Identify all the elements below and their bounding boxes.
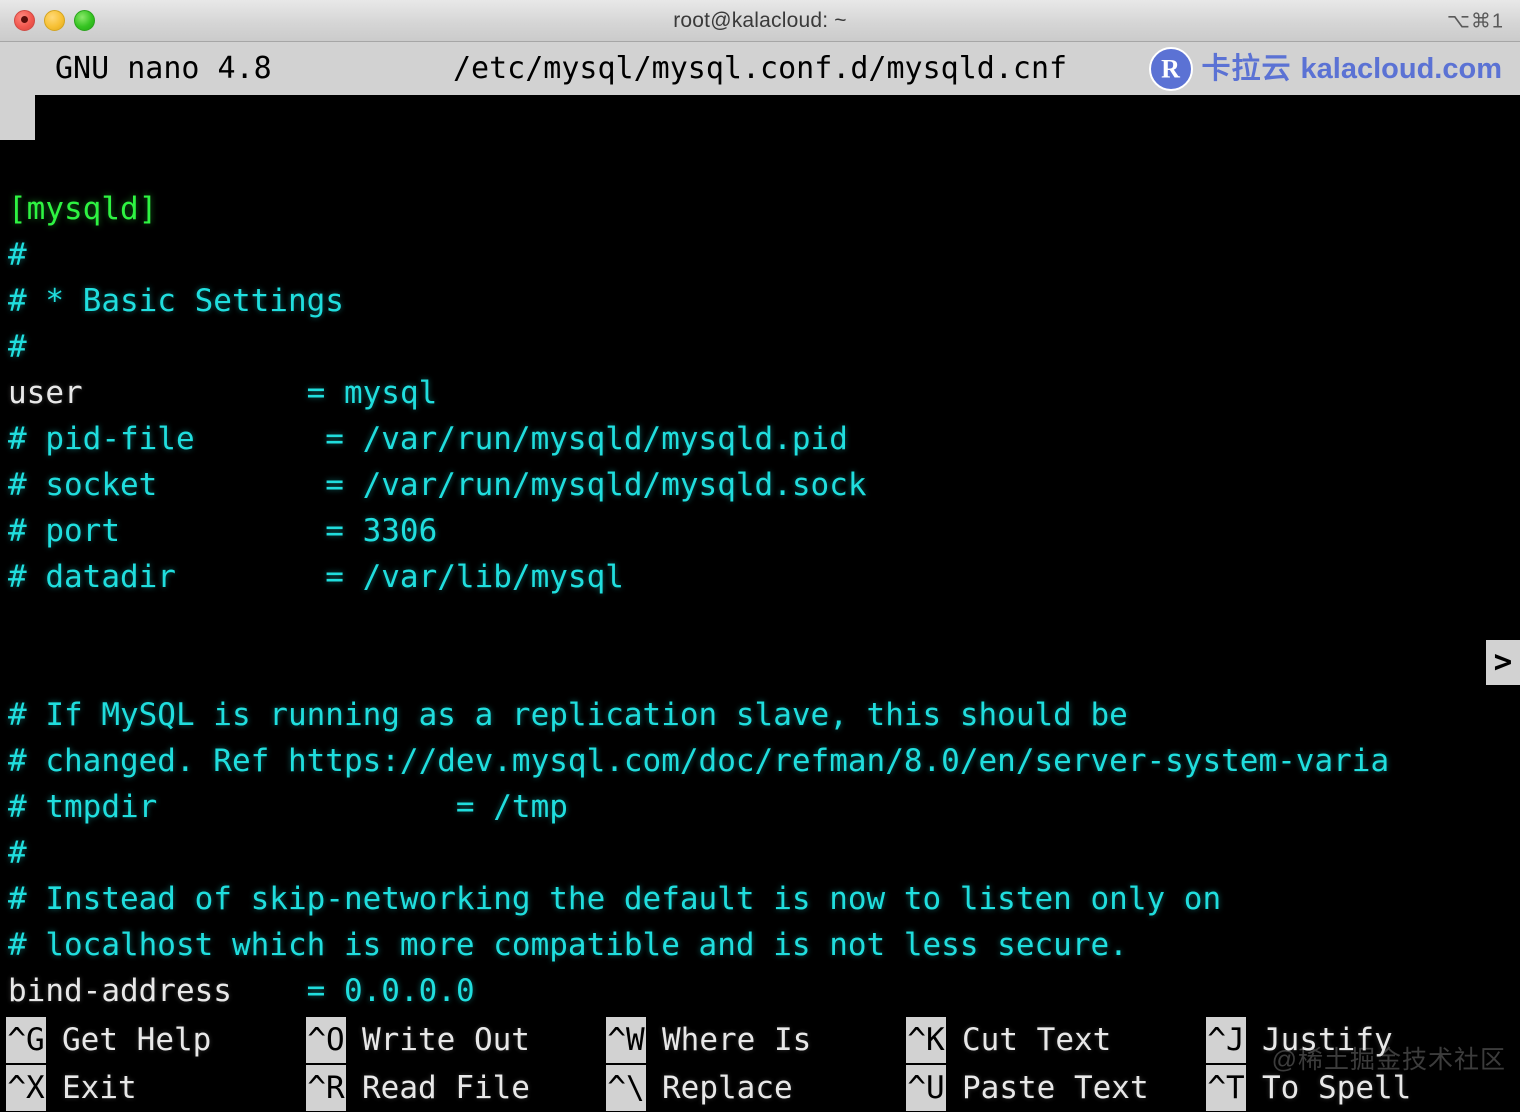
help-shortcut-item[interactable]: ^X Exit	[6, 1065, 306, 1111]
config-comment: # * Basic Settings	[8, 283, 344, 319]
kalacloud-watermark: 卡拉云 kalacloud.com	[1143, 46, 1508, 92]
nano-help-bar: ^G Get Help ^O Write Out ^W Where Is ^K Cut Tex…	[0, 1012, 1520, 1112]
editor-line: #	[0, 830, 1520, 876]
help-shortcut-key: ^K	[906, 1017, 946, 1063]
help-shortcut-label: Cut Text	[962, 1022, 1112, 1058]
help-row-primary: ^G Get Help ^O Write Out ^W Where Is ^K Cut Tex…	[0, 1016, 1520, 1064]
close-window-button[interactable]	[14, 10, 35, 31]
help-shortcut-key: ^W	[606, 1017, 646, 1063]
editor-line: # pid-file = /var/run/mysqld/mysqld.pid	[0, 416, 1520, 462]
editor-line: [mysqld]	[0, 186, 1520, 232]
help-shortcut-label: Where Is	[662, 1022, 812, 1058]
traffic-light-group	[14, 0, 95, 41]
config-key: bind-address	[8, 973, 232, 1009]
help-shortcut-label: Replace	[662, 1070, 793, 1106]
minimize-window-button[interactable]	[44, 10, 65, 31]
config-padding	[232, 973, 307, 1009]
help-shortcut-item[interactable]: ^J Justify	[1206, 1017, 1506, 1063]
editor-line: # port = 3306	[0, 508, 1520, 554]
config-value: 0.0.0.0	[343, 973, 475, 1009]
config-comment: # socket = /var/run/mysqld/mysqld.sock	[8, 467, 867, 503]
help-shortcut-label: Justify	[1262, 1022, 1393, 1058]
help-shortcut-item[interactable]: ^O Write Out	[306, 1017, 606, 1063]
editor-line: #	[0, 232, 1520, 278]
editor-line: # * Basic Settings	[0, 278, 1520, 324]
help-shortcut-label: Write Out	[362, 1022, 530, 1058]
config-equals: =	[306, 375, 326, 411]
terminal-window: root@kalacloud: ~ ⌥⌘1 GNU nano 4.8 /etc/…	[0, 0, 1520, 1112]
help-shortcut-item[interactable]: ^W Where Is	[606, 1017, 906, 1063]
config-section-header: [mysqld]	[8, 191, 158, 227]
config-comment: # If MySQL is running as a replication s…	[8, 697, 1128, 733]
help-shortcut-label: Get Help	[62, 1022, 212, 1058]
window-titlebar: root@kalacloud: ~ ⌥⌘1	[0, 0, 1520, 42]
terminal-body[interactable]: GNU nano 4.8 /etc/mysql/mysql.conf.d/mys…	[0, 42, 1520, 1112]
config-comment: #	[8, 835, 27, 871]
help-shortcut-key: ^X	[6, 1065, 46, 1111]
editor-line: # socket = /var/run/mysqld/mysqld.sock	[0, 462, 1520, 508]
editor-line: #	[0, 324, 1520, 370]
editor-text-area[interactable]: [mysqld] # # * Basic Settings # user = mysql…	[0, 140, 1520, 1020]
help-shortcut-item[interactable]: ^R Read File	[306, 1065, 606, 1111]
kalacloud-cn-label: 卡拉云	[1201, 52, 1292, 85]
window-title: root@kalacloud: ~	[673, 8, 847, 32]
help-shortcut-label: Exit	[62, 1070, 137, 1106]
config-comment: # pid-file = /var/run/mysqld/mysqld.pid	[8, 421, 848, 457]
help-shortcut-key: ^U	[906, 1065, 946, 1111]
nano-file-path: /etc/mysql/mysql.conf.d/mysqld.cnf	[453, 51, 1068, 86]
config-comment: #	[8, 329, 27, 365]
config-gap	[325, 973, 344, 1009]
window-shortcut-indicator: ⌥⌘1	[1446, 10, 1504, 32]
help-shortcut-label: Paste Text	[962, 1070, 1149, 1106]
help-shortcut-key: ^R	[306, 1065, 346, 1111]
kalacloud-en-label: kalacloud.com	[1300, 52, 1502, 85]
help-shortcut-key: ^T	[1206, 1065, 1246, 1111]
help-shortcut-item[interactable]: ^\ Replace	[606, 1065, 906, 1111]
help-shortcut-item[interactable]: ^U Paste Text	[906, 1065, 1206, 1111]
config-comment: # localhost which is more compatible and…	[8, 927, 1128, 963]
editor-line: # datadir = /var/lib/mysql	[0, 554, 1520, 600]
config-padding	[83, 375, 307, 411]
nano-header-bar: GNU nano 4.8 /etc/mysql/mysql.conf.d/mys…	[35, 42, 1520, 95]
help-shortcut-key: ^G	[6, 1017, 46, 1063]
help-shortcut-label: To Spell	[1262, 1070, 1412, 1106]
editor-line: user = mysql	[0, 370, 1520, 416]
config-comment: # datadir = /var/lib/mysql	[8, 559, 624, 595]
help-shortcut-item[interactable]: ^K Cut Text	[906, 1017, 1206, 1063]
config-comment: # changed. Ref https://dev.mysql.com/doc…	[8, 743, 1390, 779]
help-row-secondary: ^X Exit ^R Read File ^\ Replace ^U Paste Text ^T…	[0, 1064, 1520, 1112]
maximize-window-button[interactable]	[74, 10, 95, 31]
editor-line: # tmpdir = /tmp	[0, 784, 1520, 830]
config-value: mysql	[343, 375, 438, 411]
help-shortcut-item[interactable]: ^G Get Help	[6, 1017, 306, 1063]
editor-line: # localhost which is more compatible and…	[0, 922, 1520, 968]
editor-line: # If MySQL is running as a replication s…	[0, 692, 1520, 738]
help-shortcut-key: ^O	[306, 1017, 346, 1063]
config-comment: # port = 3306	[8, 513, 438, 549]
help-shortcut-label: Read File	[362, 1070, 530, 1106]
config-comment: # Instead of skip-networking the default…	[8, 881, 1222, 917]
help-shortcut-key: ^\	[606, 1065, 646, 1111]
line-continuation-marker: >	[1486, 640, 1520, 685]
config-key: user	[8, 375, 83, 411]
help-shortcut-item[interactable]: ^T To Spell	[1206, 1065, 1506, 1111]
text-cursor	[0, 95, 35, 140]
config-gap	[325, 375, 344, 411]
config-equals: =	[306, 973, 326, 1009]
editor-line: # changed. Ref https://dev.mysql.com/doc…	[0, 738, 1520, 784]
kalacloud-logo-icon	[1148, 47, 1193, 91]
header-left-gutter	[0, 42, 35, 95]
config-comment: #	[8, 237, 27, 273]
nano-version-label: GNU nano 4.8	[55, 51, 272, 86]
editor-line: # Instead of skip-networking the default…	[0, 876, 1520, 922]
help-shortcut-key: ^J	[1206, 1017, 1246, 1063]
editor-line: bind-address = 0.0.0.0	[0, 968, 1520, 1014]
config-comment: # tmpdir = /tmp	[8, 789, 568, 825]
